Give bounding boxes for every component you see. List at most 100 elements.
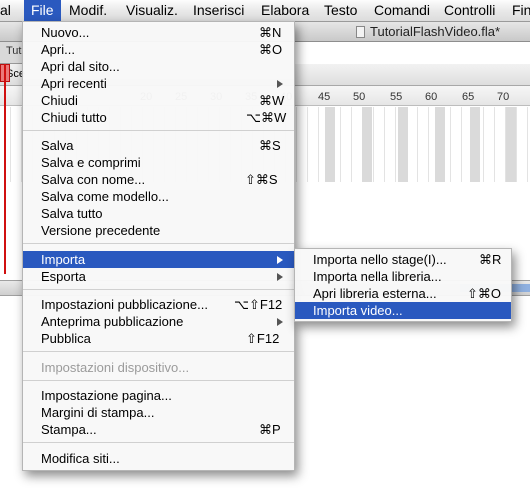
menu-item-label: Apri dal sito... (41, 59, 120, 74)
menu-separator (23, 380, 294, 381)
menu-item-label: Anteprima pubblicazione (41, 314, 184, 329)
fla-file-icon (356, 26, 365, 38)
menu-testo[interactable]: Testo (324, 0, 357, 21)
ruler-tick: 50 (353, 91, 366, 103)
menu-item-apri[interactable]: Apri... ⌘O (23, 41, 294, 58)
menu-item-label: Chiudi (41, 93, 78, 108)
ruler-tick: 65 (462, 91, 475, 103)
menu-item-shortcut: ⌘N (259, 25, 282, 40)
ruler-tick: 60 (425, 91, 438, 103)
menu-item-label: Pubblica (41, 331, 91, 346)
menu-item-modifica-siti[interactable]: Modifica siti... (23, 450, 294, 467)
menu-item-esporta[interactable]: Esporta (23, 268, 294, 285)
ruler-tick: 55 (390, 91, 403, 103)
menu-file[interactable]: File (24, 0, 61, 21)
menu-item-shortcut: ⌥⇧F12 (234, 297, 283, 312)
menu-item-label: Salva come modello... (41, 189, 169, 204)
frame-marker (325, 107, 335, 182)
ruler-tick: 45 (318, 91, 331, 103)
menu-item-shortcut: ⌘S (259, 138, 281, 153)
menu-item-label: Impostazioni dispositivo... (41, 360, 190, 375)
menu-separator (23, 243, 294, 244)
file-menu: Nuovo... ⌘N Apri... ⌘O Apri dal sito... … (22, 21, 295, 471)
menu-item-label: Salva con nome... (41, 172, 146, 187)
submenu-arrow-icon (277, 318, 283, 326)
menu-comandi[interactable]: Comandi (374, 0, 430, 21)
menu-item-pubblica[interactable]: Pubblica ⇧F12 (23, 330, 294, 347)
submenu-item-importa-nella-libreria[interactable]: Importa nella libreria... (295, 268, 511, 285)
menu-item-nuovo[interactable]: Nuovo... ⌘N (23, 24, 294, 41)
menu-item-salva-tutto[interactable]: Salva tutto (23, 205, 294, 222)
frame-marker (506, 107, 516, 182)
menu-item-salva-e-comprimi[interactable]: Salva e comprimi (23, 154, 294, 171)
menu-item-label: Salva e comprimi (41, 155, 141, 170)
menu-item-label: Importa (41, 252, 86, 267)
menu-inserisci[interactable]: Inserisci (193, 0, 244, 21)
menu-item-shortcut: ⌘P (259, 422, 281, 437)
frame-marker (398, 107, 408, 182)
import-submenu: Importa nello stage(I)... ⌘R Importa nel… (294, 248, 512, 322)
submenu-item-importa-video[interactable]: Importa video... (295, 302, 511, 319)
menu-item-impostazioni-dispositivo: Impostazioni dispositivo... (23, 359, 294, 376)
menu-separator (23, 442, 294, 443)
document-tab[interactable]: Tut (0, 42, 24, 64)
menu-item-apri-recenti[interactable]: Apri recenti (23, 75, 294, 92)
menu-elabora[interactable]: Elabora (261, 0, 309, 21)
menu-item-stampa[interactable]: Stampa... ⌘P (23, 421, 294, 438)
menu-item-label: Apri... (41, 42, 75, 57)
menu-item-margini-di-stampa[interactable]: Margini di stampa... (23, 404, 294, 421)
document-tab-label: Tut (6, 45, 22, 57)
menu-item-label: Chiudi tutto (41, 110, 107, 125)
menu-item-label: Apri recenti (41, 76, 107, 91)
menu-separator (23, 289, 294, 290)
menu-item-label: Modifica siti... (41, 451, 120, 466)
submenu-arrow-icon (277, 273, 283, 281)
menu-item-label: Margini di stampa... (41, 405, 155, 420)
menu-item-label: Salva (41, 138, 74, 153)
menu-item-label: Impostazioni pubblicazione... (41, 297, 208, 312)
menu-item-anteprima-pubblicazione[interactable]: Anteprima pubblicazione (23, 313, 294, 330)
menu-item-shortcut: ⌥⌘W (246, 110, 287, 125)
frame-marker (435, 107, 445, 182)
submenu-arrow-icon (277, 80, 283, 88)
menu-item-impostazioni-pubblicazione[interactable]: Impostazioni pubblicazione... ⌥⇧F12 (23, 296, 294, 313)
menu-item-apri-dal-sito[interactable]: Apri dal sito... (23, 58, 294, 75)
menu-item-label: Impostazione pagina... (41, 388, 172, 403)
menu-item-shortcut: ⌘W (259, 93, 285, 108)
menu-separator (23, 130, 294, 131)
menu-item-salva[interactable]: Salva ⌘S (23, 137, 294, 154)
submenu-item-apri-libreria-esterna[interactable]: Apri libreria esterna... ⇧⌘O (295, 285, 511, 302)
menu-controlli[interactable]: Controlli (444, 0, 495, 21)
menu-item-shortcut: ⇧⌘O (467, 286, 502, 301)
menu-item-salva-come-modello[interactable]: Salva come modello... (23, 188, 294, 205)
menu-item-chiudi[interactable]: Chiudi ⌘W (23, 92, 294, 109)
menu-item-label: Salva tutto (41, 206, 103, 221)
menu-finestra[interactable]: Fin (512, 0, 530, 21)
menu-item-label: Importa nello stage(I)... (313, 252, 447, 267)
frame-marker (470, 107, 480, 182)
menu-separator (23, 351, 294, 352)
menu-modif[interactable]: Modif. (69, 0, 107, 21)
menu-item-label: Importa video... (313, 303, 403, 318)
menu-bar: al File Modif. Visualiz. Inserisci Elabo… (0, 0, 530, 22)
menu-item-label: Apri libreria esterna... (313, 286, 437, 301)
frame-marker (362, 107, 372, 182)
menu-item-versione-precedente[interactable]: Versione precedente (23, 222, 294, 239)
menu-item-label: Nuovo... (41, 25, 90, 40)
menu-item-shortcut: ⇧F12 (246, 331, 280, 346)
menu-item-label: Stampa... (41, 422, 97, 437)
menu-item-chiudi-tutto[interactable]: Chiudi tutto ⌥⌘W (23, 109, 294, 126)
menu-item-label: Importa nella libreria... (313, 269, 442, 284)
menu-item-label: Esporta (41, 269, 86, 284)
menu-app[interactable]: al (0, 0, 11, 21)
ruler-tick: 70 (497, 91, 510, 103)
submenu-arrow-icon (277, 256, 283, 264)
menu-visualiz[interactable]: Visualiz. (126, 0, 178, 21)
menu-item-shortcut: ⇧⌘S (245, 172, 278, 187)
submenu-item-importa-nello-stage[interactable]: Importa nello stage(I)... ⌘R (295, 251, 511, 268)
menu-item-importa[interactable]: Importa (23, 251, 294, 268)
document-title: TutorialFlashVideo.fla* (370, 24, 501, 39)
playhead-line (4, 64, 6, 274)
menu-item-salva-con-nome[interactable]: Salva con nome... ⇧⌘S (23, 171, 294, 188)
menu-item-impostazione-pagina[interactable]: Impostazione pagina... (23, 387, 294, 404)
